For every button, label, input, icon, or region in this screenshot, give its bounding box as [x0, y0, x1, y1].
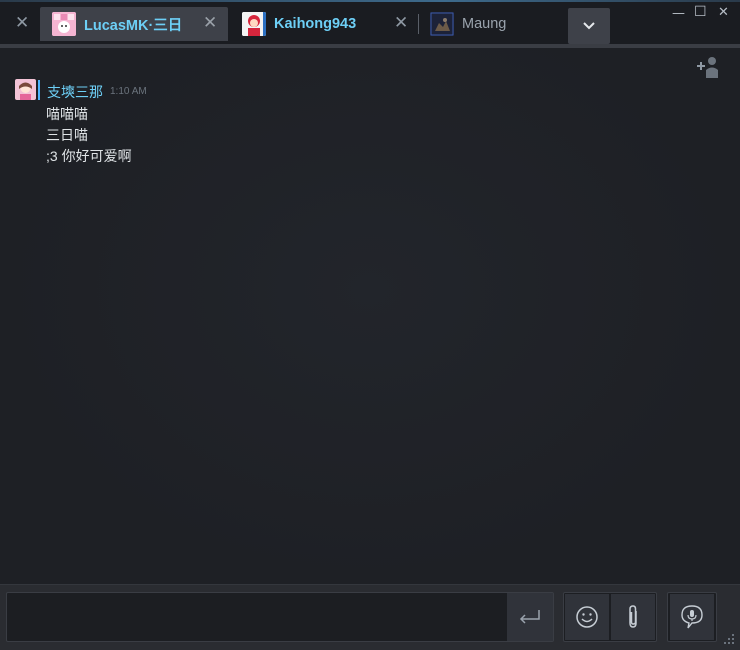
resize-grip-icon[interactable]	[722, 632, 736, 646]
message-line: 喵喵喵	[46, 106, 88, 122]
add-friend-icon[interactable]	[694, 54, 722, 80]
send-button[interactable]	[507, 593, 553, 641]
message-line: 三日喵	[46, 127, 88, 143]
enter-arrow-icon	[519, 610, 540, 624]
dark-blue-avatar-icon	[430, 12, 454, 36]
tab-close-icon-kaihong943[interactable]: ✕	[394, 15, 408, 32]
emoji-button[interactable]	[565, 594, 609, 640]
tab-label: Maung	[462, 16, 507, 32]
tab-close-icon-lucasmk-inline[interactable]: ✕	[203, 15, 217, 32]
tab-close-icon-lucasmk[interactable]: ✕	[15, 15, 29, 32]
tab-kaihong943[interactable]: Kaihong943	[230, 7, 390, 41]
online-status-bar	[38, 80, 40, 100]
chat-history	[0, 48, 740, 584]
tab-maung[interactable]: Maung	[418, 7, 558, 41]
microphone-icon	[681, 605, 703, 629]
message-input[interactable]	[6, 592, 554, 642]
tab-label: Kaihong943	[274, 16, 357, 32]
paperclip-icon	[629, 605, 637, 628]
sender-avatar[interactable]	[15, 79, 36, 100]
window-close-button[interactable]: ✕	[718, 5, 729, 20]
pink-avatar-icon	[52, 12, 76, 36]
minimize-button[interactable]: —	[672, 6, 685, 21]
message-sender-name[interactable]: 支塽三那	[47, 82, 103, 102]
maximize-button[interactable]: ☐	[694, 4, 707, 20]
tab-lucasmk[interactable]: LucasMK·三日	[40, 7, 228, 41]
message-line: ;3 你好可爱啊	[46, 148, 132, 164]
voice-button[interactable]	[670, 594, 714, 640]
tab-overflow-button[interactable]	[568, 8, 610, 44]
message-timestamp: 1:10 AM	[110, 86, 147, 97]
composer-tools-group	[563, 592, 657, 642]
smiley-icon	[576, 606, 598, 628]
chevron-down-icon	[583, 22, 595, 30]
tab-label: LucasMK·三日	[84, 17, 183, 34]
attach-button[interactable]	[611, 594, 655, 640]
voice-tools-group	[667, 592, 717, 642]
red-character-avatar-icon	[242, 12, 266, 36]
